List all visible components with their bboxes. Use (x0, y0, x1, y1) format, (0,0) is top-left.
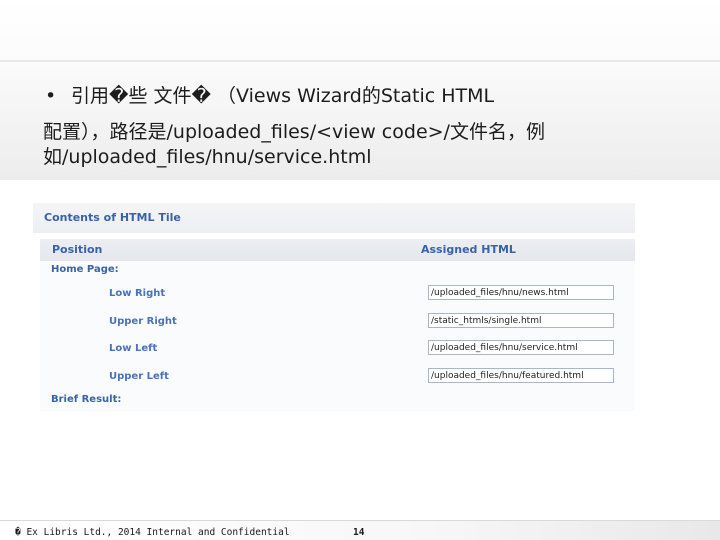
row-label-low-right: Low Right (109, 288, 166, 299)
slide-body-text: • 引用�些 文件� （Views Wizard的Static HTML 配置），… (43, 84, 685, 169)
bullet-text-line-1: 引用�些 文件� （Views Wizard的Static HTML (71, 85, 495, 107)
bullet-text-line-2: 配置），路径是/uploaded_files/<view code>/文件名，例 (43, 121, 545, 143)
row-label-low-left: Low Left (109, 343, 158, 354)
table-body: Low Right Upper Right Low Left Upper Lef… (40, 261, 635, 411)
table-header: Position Assigned HTML (40, 239, 635, 261)
bullet-line: • 引用�些 文件� （Views Wizard的Static HTML (45, 84, 685, 108)
home-page-label: Home Page: (51, 264, 119, 275)
header-divider (0, 60, 720, 62)
html-path-input-upper-left[interactable] (428, 368, 614, 383)
panel-title: Contents of HTML Tile (33, 203, 635, 233)
column-header-position: Position (52, 243, 103, 256)
bullet-icon: • (45, 85, 57, 107)
html-path-input-low-right[interactable] (428, 285, 614, 300)
page-number: 14 (353, 527, 365, 538)
bullet-text-line-3: 如/uploaded_files/hnu/service.html (43, 146, 372, 168)
brief-result-label: Brief Result: (51, 394, 122, 405)
column-header-assigned-html: Assigned HTML (421, 243, 516, 256)
row-label-upper-left: Upper Left (109, 371, 169, 382)
html-path-input-low-left[interactable] (428, 340, 614, 355)
html-path-input-upper-right[interactable] (428, 313, 614, 328)
html-tile-screenshot: Contents of HTML Tile Position Assigned … (33, 203, 635, 411)
row-label-upper-right: Upper Right (109, 316, 177, 327)
footer-copyright: � Ex Libris Ltd., 2014 Internal and Conf… (15, 527, 290, 538)
footer-divider (0, 520, 720, 521)
